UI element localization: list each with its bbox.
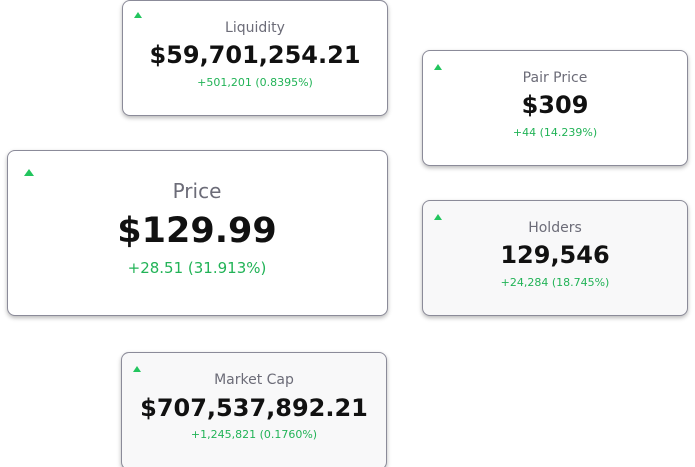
price-change: +28.51 (31.913%) bbox=[127, 259, 267, 277]
trend-up-icon bbox=[24, 169, 34, 176]
price-label: Price bbox=[172, 179, 222, 203]
holders-card[interactable]: Holders 129,546 +24,284 (18.745%) bbox=[422, 200, 688, 316]
holders-change: +24,284 (18.745%) bbox=[500, 276, 610, 289]
price-card[interactable]: Price $129.99 +28.51 (31.913%) bbox=[7, 150, 388, 316]
stats-dashboard: Liquidity $59,701,254.21 +501,201 (0.839… bbox=[0, 0, 695, 467]
liquidity-label: Liquidity bbox=[225, 20, 285, 36]
liquidity-change: +501,201 (0.8395%) bbox=[197, 76, 313, 89]
liquidity-value: $59,701,254.21 bbox=[149, 41, 361, 69]
holders-value: 129,546 bbox=[500, 241, 610, 269]
pair-price-card[interactable]: Pair Price $309 +44 (14.239%) bbox=[422, 50, 688, 166]
trend-up-icon bbox=[134, 12, 142, 18]
liquidity-card[interactable]: Liquidity $59,701,254.21 +501,201 (0.839… bbox=[122, 0, 388, 116]
market-cap-value: $707,537,892.21 bbox=[140, 394, 368, 422]
pair-price-change: +44 (14.239%) bbox=[512, 126, 598, 139]
price-value: $129.99 bbox=[117, 211, 277, 251]
holders-label: Holders bbox=[528, 220, 582, 236]
market-cap-change: +1,245,821 (0.1760%) bbox=[190, 428, 318, 441]
pair-price-label: Pair Price bbox=[522, 70, 588, 86]
market-cap-card[interactable]: Market Cap $707,537,892.21 +1,245,821 (0… bbox=[121, 352, 387, 467]
market-cap-label: Market Cap bbox=[214, 372, 294, 388]
pair-price-value: $309 bbox=[521, 91, 589, 119]
